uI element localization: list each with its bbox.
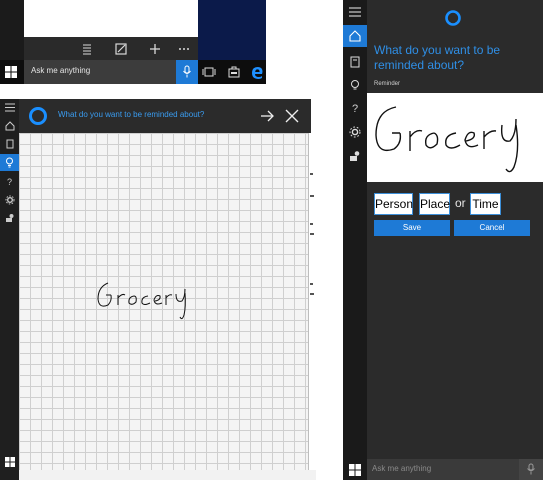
feedback-icon[interactable] (349, 150, 361, 162)
list-icon[interactable] (80, 42, 94, 56)
ink-window-header: What do you want to be reminded about? (19, 99, 311, 133)
ink-window-bottom-edge (19, 470, 316, 480)
lightbulb-icon[interactable] (349, 79, 361, 91)
cortana-reminder-panel: What do you want to be reminded about? R… (367, 0, 543, 480)
reminder-ink-preview[interactable] (367, 93, 543, 182)
edit-note-icon[interactable] (114, 42, 128, 56)
or-label: or (455, 196, 466, 210)
handwritten-grocery-ink (97, 282, 186, 320)
help-icon[interactable]: ? (349, 103, 361, 115)
handwritten-grocery-ink (375, 106, 519, 173)
ink-canvas[interactable] (19, 133, 309, 470)
cortana-icon (29, 107, 47, 125)
arrow-right-icon[interactable] (260, 109, 275, 123)
cortana-search-box[interactable]: Ask me anything (367, 459, 543, 480)
feedback-icon[interactable] (4, 213, 15, 224)
settings-icon[interactable] (349, 126, 361, 138)
desktop-wallpaper-strip (198, 0, 266, 60)
notebook-icon[interactable] (349, 56, 361, 68)
cortana-icon (445, 10, 461, 26)
reminders-tab-active[interactable] (0, 154, 19, 171)
microphone-icon (527, 463, 535, 475)
windows-start-icon[interactable] (4, 457, 15, 468)
document-edge-strip (309, 133, 316, 470)
lightbulb-icon (6, 157, 13, 168)
hamburger-menu-icon[interactable] (4, 103, 15, 114)
close-icon[interactable] (285, 109, 299, 123)
settings-icon[interactable] (4, 195, 15, 206)
desktop-background-strip (0, 0, 24, 60)
time-chip[interactable]: Time (470, 193, 501, 215)
windows-start-icon[interactable] (5, 65, 21, 79)
hamburger-menu-icon[interactable] (349, 7, 361, 19)
more-options-icon[interactable] (177, 42, 191, 56)
reminder-section-label: Reminder (374, 81, 401, 87)
home-icon[interactable] (4, 121, 15, 132)
place-chip[interactable]: Place (419, 193, 450, 215)
person-chip[interactable]: Person (374, 193, 413, 215)
taskbar-search-placeholder: Ask me anything (31, 66, 91, 75)
taskbar: Ask me anything (0, 60, 266, 84)
microphone-button[interactable] (519, 459, 543, 480)
ink-window-sidebar: ? (0, 99, 19, 480)
cancel-button[interactable]: Cancel (454, 220, 530, 236)
taskbar-search-box[interactable]: Ask me anything (24, 60, 176, 84)
cortana-action-bar (24, 37, 198, 61)
cortana-sidebar: ? (343, 0, 367, 480)
help-icon[interactable]: ? (4, 177, 15, 188)
notebook-icon[interactable] (4, 139, 15, 150)
microphone-button[interactable] (176, 60, 198, 84)
ink-window-prompt: What do you want to be reminded about? (58, 110, 205, 119)
microphone-icon (183, 65, 191, 78)
save-button[interactable]: Save (374, 220, 450, 236)
task-view-icon[interactable] (202, 65, 218, 79)
add-icon[interactable] (148, 42, 162, 56)
windows-start-icon[interactable] (349, 464, 361, 476)
cortana-search-placeholder: Ask me anything (372, 464, 432, 473)
store-icon[interactable] (227, 65, 243, 79)
home-icon (349, 30, 361, 42)
home-tab-active[interactable] (343, 25, 367, 47)
edge-browser-icon[interactable] (250, 65, 266, 79)
reminder-question: What do you want to be reminded about? (374, 43, 501, 72)
